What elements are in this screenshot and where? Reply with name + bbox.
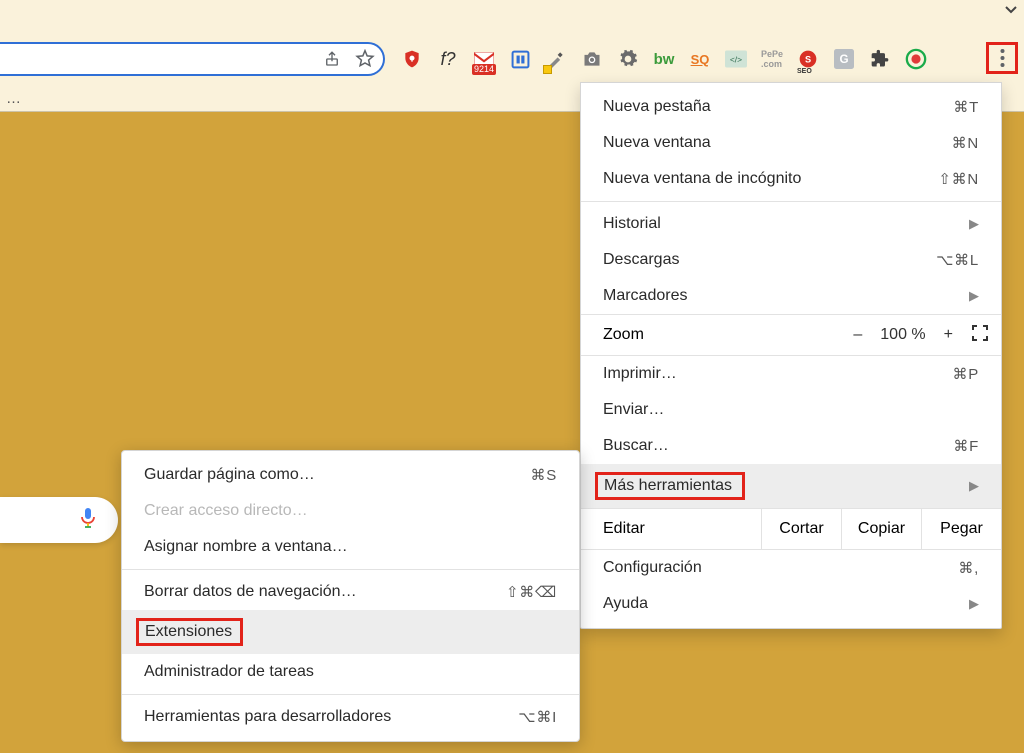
menu-separator (122, 694, 579, 695)
sq-ext-icon[interactable]: SQ (686, 45, 714, 73)
voice-search-bubble[interactable] (0, 497, 118, 543)
menu-label: Nueva ventana de incógnito (603, 170, 801, 188)
svg-text:G: G (839, 53, 848, 66)
submenu-task-manager[interactable]: Administrador de tareas (122, 654, 579, 690)
window-collapse-chevron[interactable] (1003, 2, 1019, 18)
menu-help[interactable]: Ayuda ▶ (581, 586, 1001, 622)
submenu-arrow-icon: ▶ (969, 478, 979, 494)
highlight-annotation: Más herramientas (595, 472, 745, 500)
menu-new-window[interactable]: Nueva ventana ⌘N (581, 125, 1001, 161)
bookmark-bar-overflow: … (6, 90, 21, 107)
pepe-ext-icon[interactable]: PePe.com (758, 45, 786, 73)
edit-copy-button[interactable]: Copiar (841, 509, 921, 549)
menu-label: Enviar… (603, 401, 664, 419)
menu-separator (122, 569, 579, 570)
menu-separator (581, 201, 1001, 202)
menu-label: Buscar… (603, 437, 669, 455)
record-ext-icon[interactable] (902, 45, 930, 73)
menu-zoom-row: Zoom – 100 % + (581, 314, 1001, 356)
menu-shortcut: ⌘T (953, 98, 979, 116)
color-picker-ext-icon[interactable] (542, 45, 570, 73)
menu-edit-row: Editar Cortar Copiar Pegar (581, 508, 1001, 550)
submenu-arrow-icon: ▶ (969, 288, 979, 304)
menu-shortcut: ⌘, (958, 559, 979, 577)
menu-shortcut: ⌘P (952, 365, 979, 383)
more-tools-submenu: Guardar página como… ⌘S Crear acceso dir… (121, 450, 580, 742)
menu-label: Ayuda (603, 595, 648, 613)
svg-text:S: S (805, 54, 811, 64)
menu-more-tools[interactable]: Más herramientas ▶ (581, 464, 1001, 508)
menu-label: Historial (603, 215, 661, 233)
submenu-dev-tools[interactable]: Herramientas para desarrolladores ⌥⌘I (122, 699, 579, 735)
camera-ext-icon[interactable] (578, 45, 606, 73)
submenu-arrow-icon: ▶ (969, 596, 979, 612)
blue-box-ext-icon[interactable] (506, 45, 534, 73)
submenu-clear-browsing-data[interactable]: Borrar datos de navegación… ⇧⌘⌫ (122, 574, 579, 610)
menu-label: Administrador de tareas (144, 663, 314, 681)
submenu-arrow-icon: ▶ (969, 216, 979, 232)
menu-bookmarks[interactable]: Marcadores ▶ (581, 278, 1001, 314)
submenu-name-window[interactable]: Asignar nombre a ventana… (122, 529, 579, 565)
menu-label: Configuración (603, 559, 702, 577)
fullscreen-icon[interactable] (971, 324, 989, 347)
menu-downloads[interactable]: Descargas ⌥⌘L (581, 242, 1001, 278)
extension-icons-row: f? 9214 bw SQ </> PePe.com S SEO G (398, 44, 974, 74)
zoom-out-button[interactable]: – (853, 326, 862, 344)
menu-label: Nueva pestaña (603, 98, 711, 116)
menu-label: Imprimir… (603, 365, 677, 383)
address-bar[interactable] (0, 42, 385, 76)
menu-shortcut: ⌥⌘L (936, 251, 979, 269)
gear-ext-icon[interactable] (614, 45, 642, 73)
gmail-ext-icon[interactable]: 9214 (470, 45, 498, 73)
font-ext-icon[interactable]: f? (434, 45, 462, 73)
gmail-badge-count: 9214 (472, 64, 496, 75)
submenu-create-shortcut: Crear acceso directo… (122, 493, 579, 529)
grammarly-ext-icon[interactable]: G (830, 45, 858, 73)
submenu-save-page[interactable]: Guardar página como… ⌘S (122, 457, 579, 493)
menu-shortcut: ⇧⌘⌫ (506, 583, 557, 601)
menu-new-tab[interactable]: Nueva pestaña ⌘T (581, 89, 1001, 125)
ublock-icon[interactable] (398, 45, 426, 73)
menu-cast[interactable]: Enviar… (581, 392, 1001, 428)
menu-new-incognito[interactable]: Nueva ventana de incógnito ⇧⌘N (581, 161, 1001, 197)
zoom-in-button[interactable]: + (944, 326, 953, 344)
menu-find[interactable]: Buscar… ⌘F (581, 428, 1001, 464)
menu-label: Nueva ventana (603, 134, 711, 152)
menu-print[interactable]: Imprimir… ⌘P (581, 356, 1001, 392)
menu-label: Herramientas para desarrolladores (144, 708, 391, 726)
submenu-extensions[interactable]: Extensiones (122, 610, 579, 654)
menu-history[interactable]: Historial ▶ (581, 206, 1001, 242)
menu-label: Zoom (581, 326, 853, 344)
bw-ext-icon[interactable]: bw (650, 45, 678, 73)
extensions-puzzle-icon[interactable] (866, 45, 894, 73)
menu-shortcut: ⌥⌘I (518, 708, 557, 726)
menu-shortcut: ⌘S (530, 466, 557, 484)
edit-cut-button[interactable]: Cortar (761, 509, 841, 549)
menu-label: Asignar nombre a ventana… (144, 538, 348, 556)
zoom-value: 100 % (880, 326, 925, 344)
chrome-menu-button[interactable] (986, 42, 1018, 74)
code-ext-icon[interactable]: </> (722, 45, 750, 73)
microphone-icon[interactable] (80, 507, 96, 534)
bookmark-star-icon[interactable] (355, 49, 375, 69)
highlight-annotation: Extensiones (136, 618, 243, 646)
menu-shortcut: ⌘F (953, 437, 979, 455)
seo-ext-icon[interactable]: S SEO (794, 45, 822, 73)
menu-shortcut: ⌘N (952, 134, 979, 152)
menu-label: Crear acceso directo… (144, 502, 308, 520)
menu-label: Extensiones (145, 623, 232, 640)
menu-label: Guardar página como… (144, 466, 315, 484)
svg-text:</>: </> (730, 54, 742, 64)
menu-label: Borrar datos de navegación… (144, 583, 357, 601)
menu-label: Descargas (603, 251, 679, 269)
menu-label: Más herramientas (604, 477, 732, 494)
menu-shortcut: ⇧⌘N (938, 170, 979, 188)
share-icon[interactable] (323, 50, 341, 68)
menu-label: Editar (581, 509, 761, 549)
menu-label: Marcadores (603, 287, 687, 305)
menu-settings[interactable]: Configuración ⌘, (581, 550, 1001, 586)
chrome-main-menu: Nueva pestaña ⌘T Nueva ventana ⌘N Nueva … (580, 82, 1002, 629)
edit-paste-button[interactable]: Pegar (921, 509, 1001, 549)
